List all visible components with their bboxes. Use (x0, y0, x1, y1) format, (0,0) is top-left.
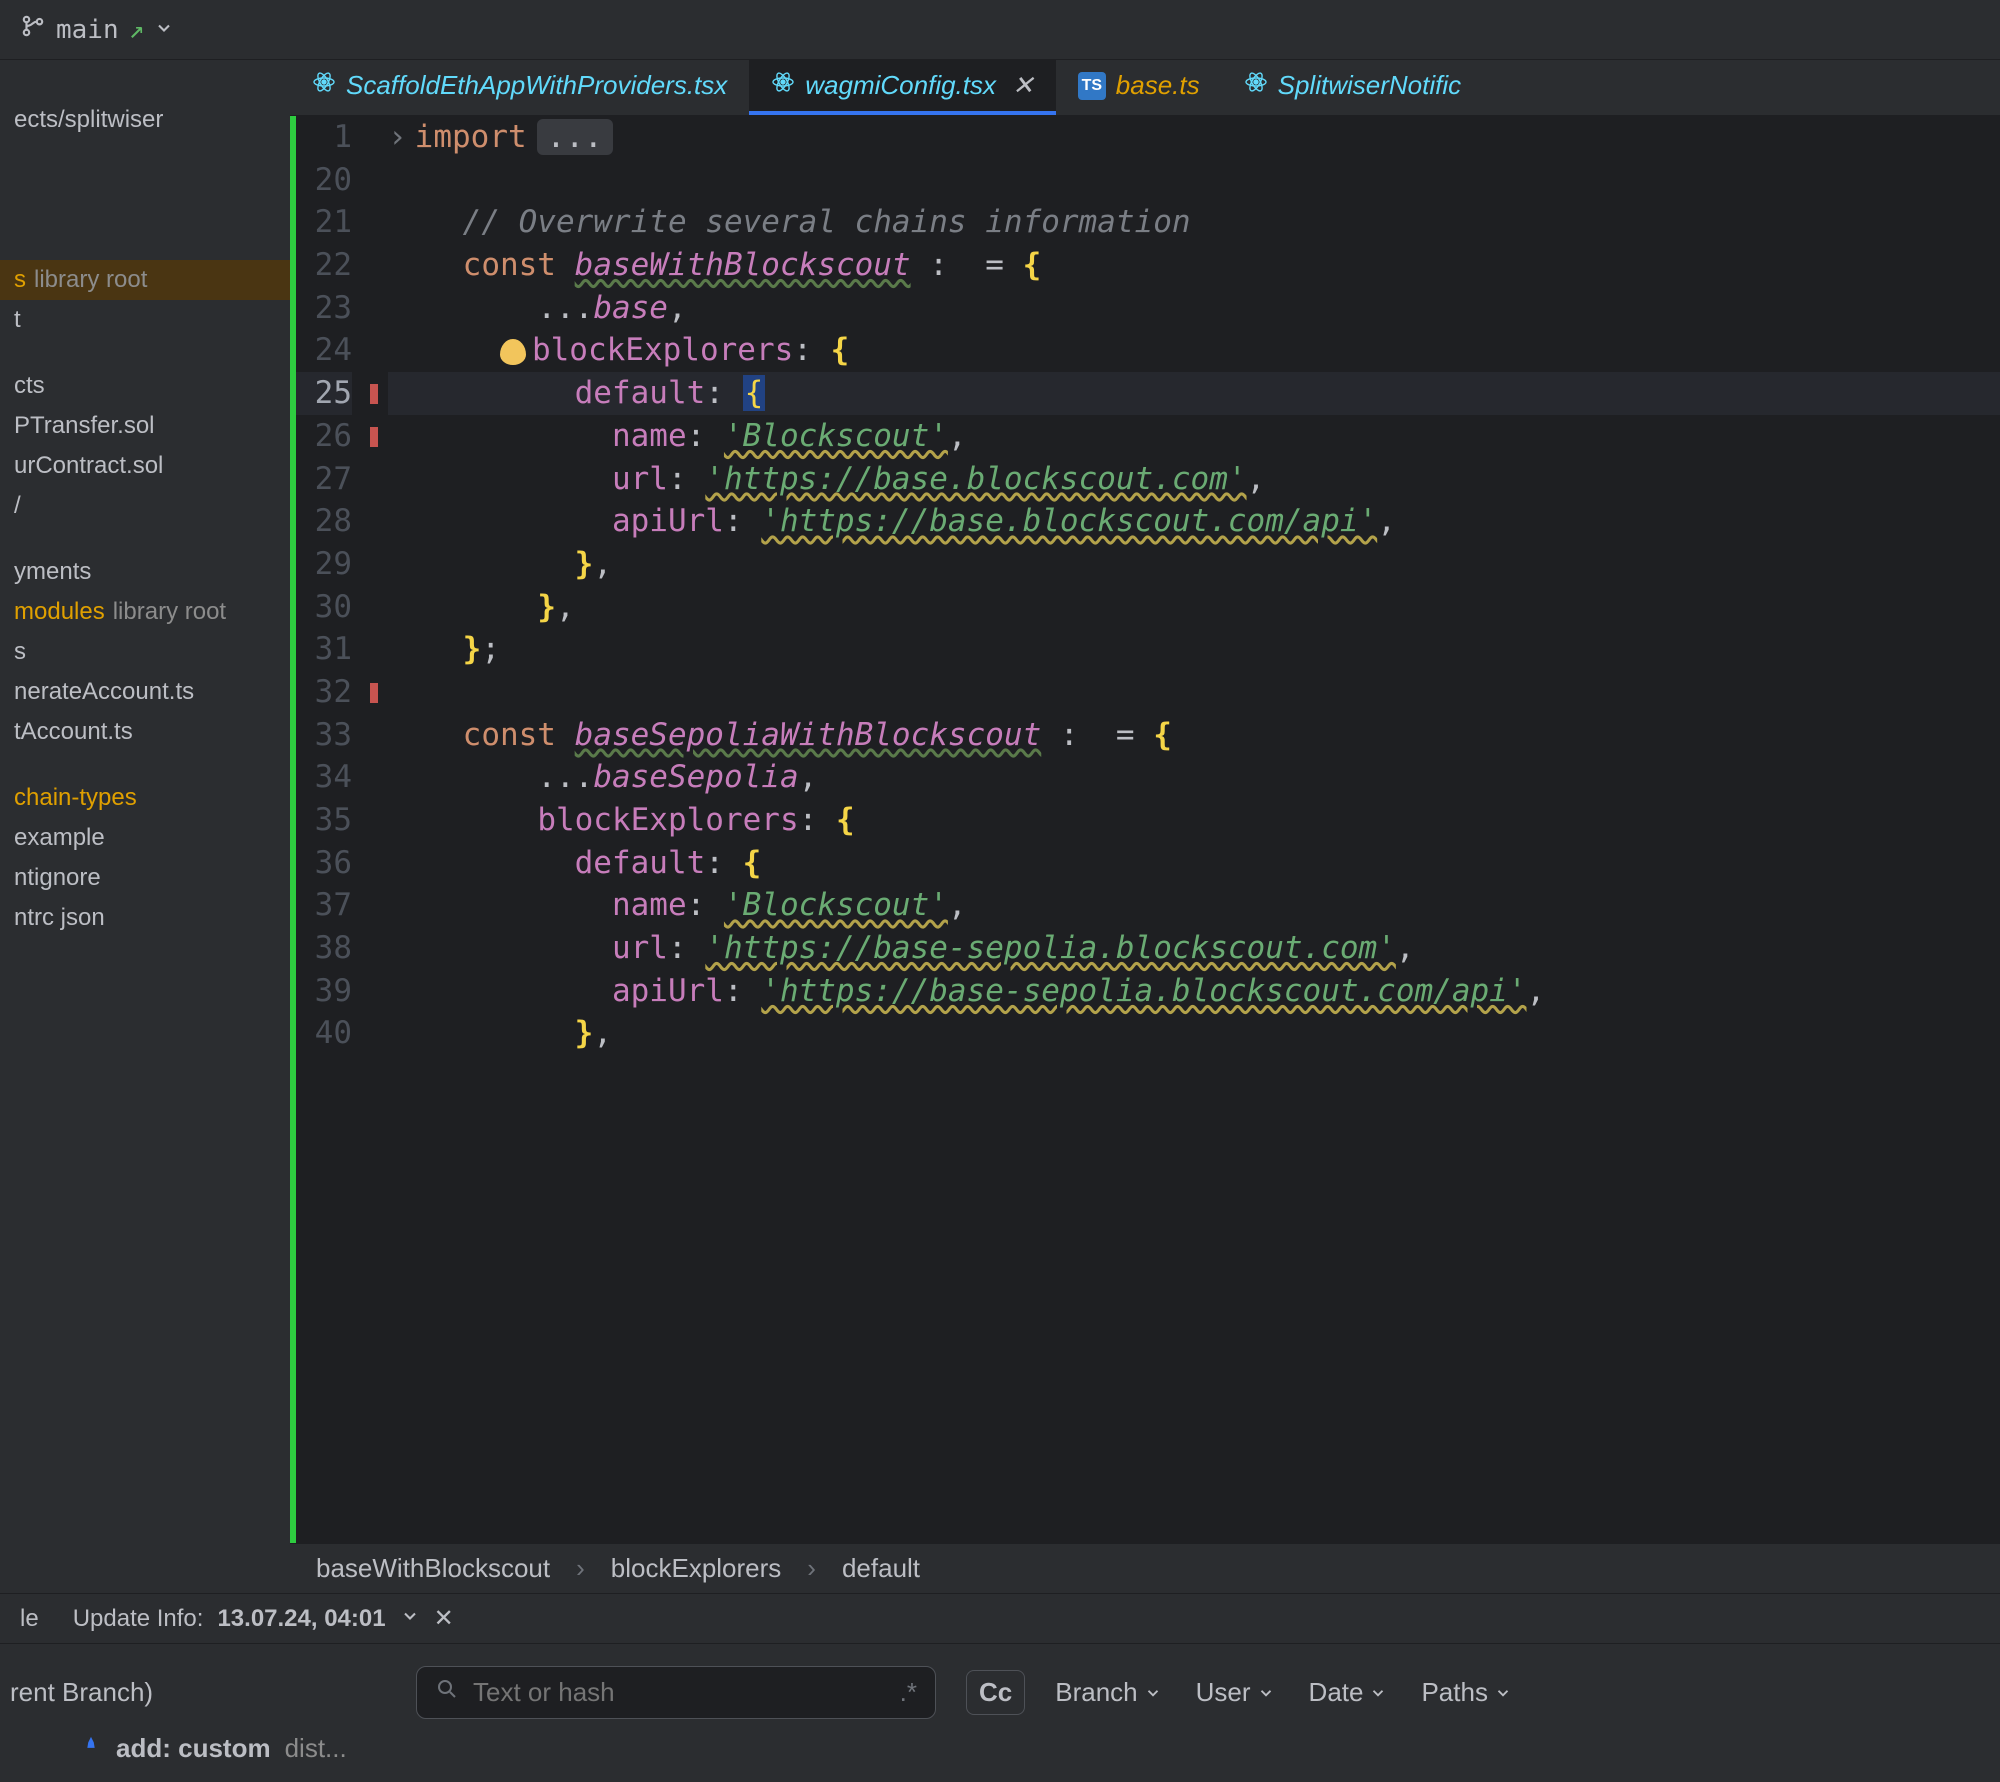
breadcrumb[interactable]: baseWithBlockscout › blockExplorers › defaul… (290, 1543, 2000, 1593)
case-sensitive-toggle[interactable]: Cc (966, 1670, 1025, 1715)
branch-name: main (56, 15, 119, 45)
chevron-down-icon[interactable] (400, 1605, 420, 1633)
breadcrumb-part[interactable]: blockExplorers (611, 1553, 782, 1584)
react-icon (771, 70, 795, 101)
git-branch-widget[interactable]: main ↗ (20, 13, 174, 46)
sidebar-item[interactable]: slibrary root (0, 260, 290, 300)
chevron-right-icon: › (807, 1553, 816, 1584)
search-icon (435, 1677, 459, 1708)
sidebar-item[interactable]: example (0, 818, 290, 858)
code-area[interactable]: ›import... // Overwrite several chains i… (380, 116, 2000, 1543)
vcs-left-text: rent Branch) (10, 1677, 153, 1708)
sidebar-item[interactable]: t (0, 300, 290, 340)
project-sidebar[interactable]: ects/splitwiser slibrary roott ctsPTransfe… (0, 60, 290, 1593)
status-bar: le Update Info: 13.07.24, 04:01 ✕ (0, 1593, 2000, 1643)
intention-bulb-icon[interactable] (500, 339, 526, 365)
branch-arrow-icon: ↗ (129, 15, 145, 45)
vcs-commit-row[interactable]: add: custom dist... (0, 1729, 2000, 1782)
sidebar-item[interactable]: / (0, 486, 290, 526)
tab-label: SplitwiserNotific (1278, 70, 1462, 101)
status-left-text: le (20, 1605, 39, 1633)
vcs-filter-user[interactable]: User (1196, 1677, 1275, 1708)
editor-tab[interactable]: wagmiConfig.tsx ✕ (749, 60, 1056, 115)
tab-label: base.ts (1116, 70, 1200, 101)
editor-tab[interactable]: TS base.ts (1056, 60, 1222, 115)
sidebar-item[interactable]: PTransfer.sol (0, 406, 290, 446)
sidebar-item[interactable]: urContract.sol (0, 446, 290, 486)
tab-label: wagmiConfig.tsx (805, 70, 996, 101)
sidebar-item[interactable]: ects/splitwiser (0, 100, 290, 140)
vcs-filter-branch[interactable]: Branch (1055, 1677, 1161, 1708)
branch-icon (20, 13, 46, 46)
sidebar-item[interactable]: cts (0, 366, 290, 406)
update-info-label: Update Info: (73, 1605, 204, 1633)
sidebar-item[interactable]: yments (0, 552, 290, 592)
sidebar-item[interactable]: moduleslibrary root (0, 592, 290, 632)
chevron-right-icon: › (576, 1553, 585, 1584)
sidebar-item[interactable]: nerateAccount.ts (0, 672, 290, 712)
editor-body[interactable]: 1202122232425262728293031323334353637383… (290, 116, 2000, 1543)
sidebar-item[interactable]: tAccount.ts (0, 712, 290, 752)
update-info-value: 13.07.24, 04:01 (217, 1605, 385, 1633)
breadcrumb-part[interactable]: default (842, 1553, 920, 1584)
tab-label: ScaffoldEthAppWithProviders.tsx (346, 70, 727, 101)
pin-icon (80, 1733, 102, 1764)
chevron-down-icon (154, 15, 174, 45)
breadcrumb-part[interactable]: baseWithBlockscout (316, 1553, 550, 1584)
editor-tab[interactable]: ScaffoldEthAppWithProviders.tsx (290, 60, 749, 115)
vcs-log-toolbar: rent Branch) .* Cc Branch User Date Paths (0, 1643, 2000, 1729)
vcs-search-box[interactable]: .* (416, 1666, 936, 1719)
sidebar-item[interactable]: ntignore (0, 858, 290, 898)
vcs-filter-paths[interactable]: Paths (1421, 1677, 1512, 1708)
commit-message: add: custom (116, 1733, 271, 1764)
close-icon[interactable]: ✕ (1012, 70, 1034, 101)
editor-tabs: ScaffoldEthAppWithProviders.tsx wagmiConf… (290, 60, 2000, 116)
sidebar-item[interactable]: s (0, 632, 290, 672)
ts-icon: TS (1078, 72, 1106, 100)
react-icon (312, 70, 336, 101)
title-bar: main ↗ (0, 0, 2000, 60)
vcs-filter-date[interactable]: Date (1309, 1677, 1388, 1708)
vcs-search-input[interactable] (473, 1677, 886, 1708)
editor-tab[interactable]: SplitwiserNotific (1222, 60, 1484, 115)
line-gutter: 1202122232425262728293031323334353637383… (290, 116, 370, 1543)
react-icon (1244, 70, 1268, 101)
commit-message-rest: dist... (285, 1733, 347, 1764)
sidebar-item[interactable]: ntrc json (0, 898, 290, 938)
sidebar-item[interactable]: chain-types (0, 778, 290, 818)
regex-icon[interactable]: .* (900, 1677, 917, 1708)
close-icon[interactable]: ✕ (434, 1604, 454, 1633)
